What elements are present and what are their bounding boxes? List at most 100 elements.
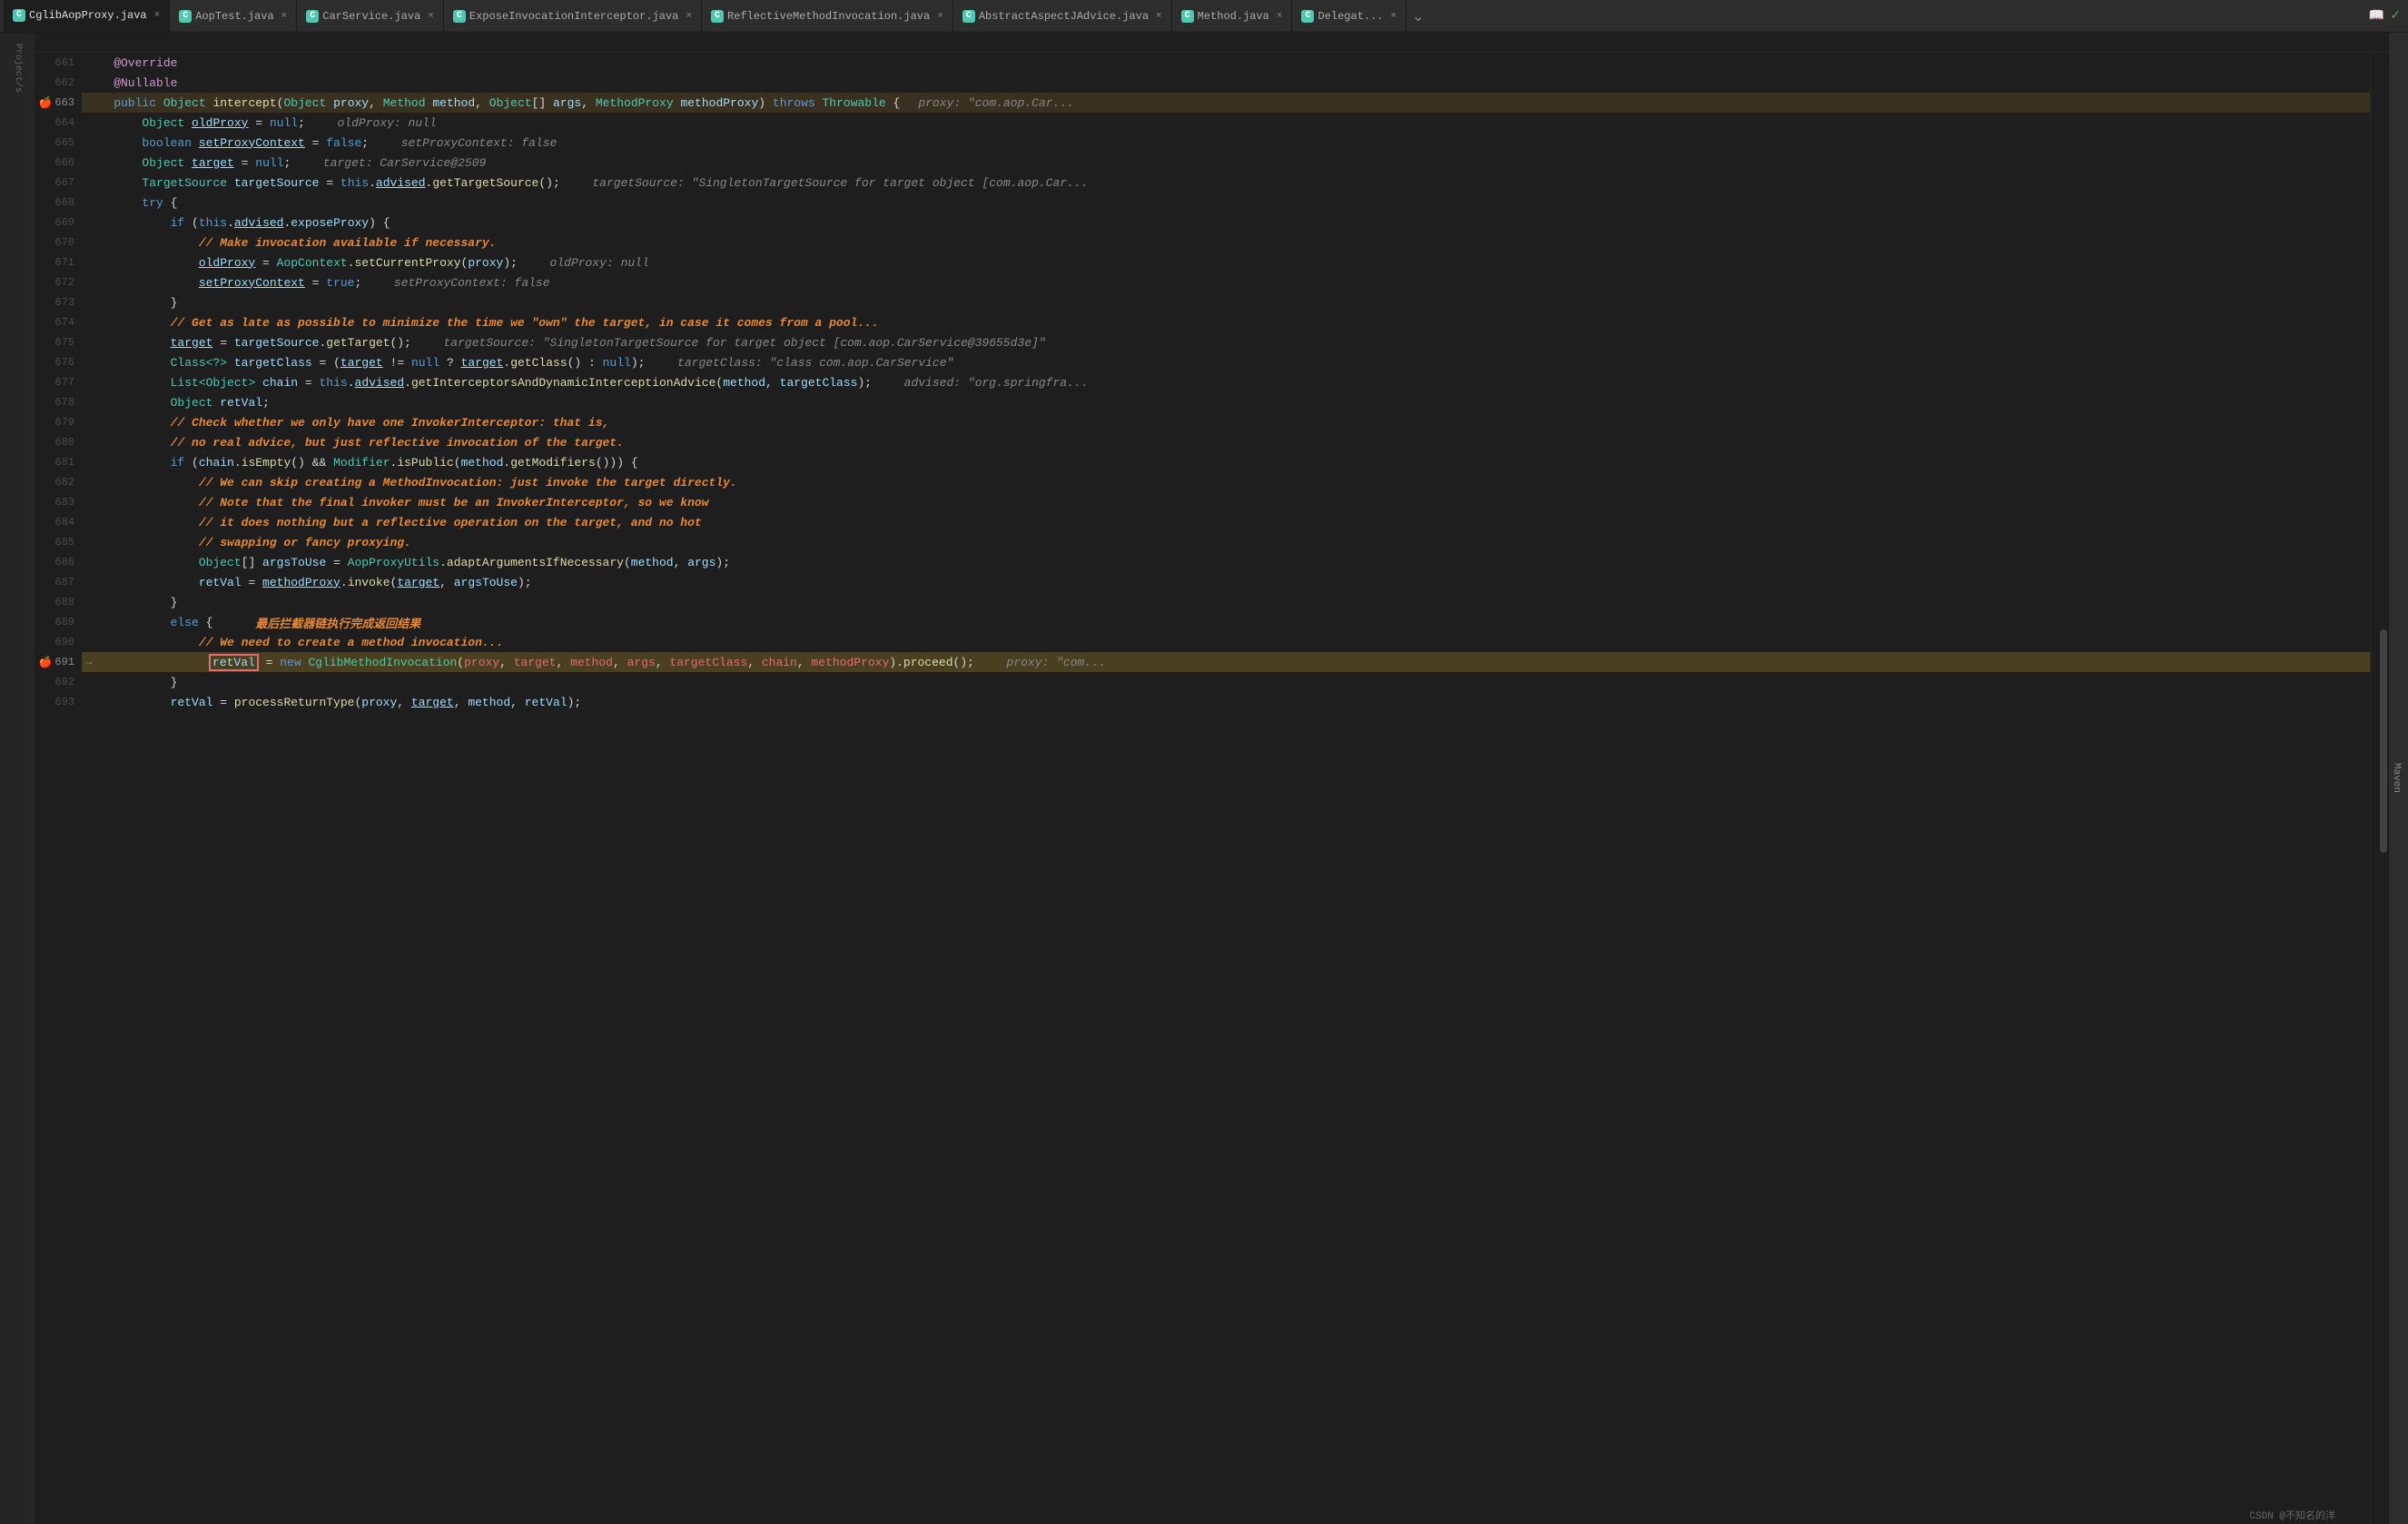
close-icon-reflective[interactable]: ×	[937, 11, 943, 22]
tab-CarService[interactable]: C CarService.java ×	[297, 0, 444, 32]
close-icon-abstract[interactable]: ×	[1156, 11, 1162, 22]
close-icon-expose[interactable]: ×	[686, 11, 692, 22]
tab-AopTest[interactable]: C AopTest.java ×	[170, 0, 297, 32]
code-line-674: // Get as late as possible to minimize t…	[82, 312, 2370, 332]
close-icon-cglib[interactable]: ×	[154, 10, 161, 21]
tab-icon-delegat: C	[1301, 10, 1314, 23]
right-tools-panel: Maven Database	[2388, 33, 2408, 1524]
code-line-682: // We can skip creating a MethodInvocati…	[82, 472, 2370, 492]
code-area[interactable]: @Override @Nullable public Object interc…	[82, 53, 2370, 1524]
code-line-692: }	[82, 672, 2370, 692]
line-num-665: 665	[36, 133, 82, 153]
tab-icon-abstract: C	[962, 10, 975, 23]
line-num-666: 666	[36, 153, 82, 173]
line-num-678: 678	[36, 392, 82, 412]
code-line-664: Object oldProxy = null; oldProxy: null	[82, 113, 2370, 133]
code-line-691: → retVal = new CglibMethodInvocation(pro…	[82, 652, 2370, 672]
line-num-664: 664	[36, 113, 82, 133]
line-num-668: 668	[36, 193, 82, 213]
line-num-684: 684	[36, 512, 82, 532]
code-line-670: // Make invocation available if necessar…	[82, 233, 2370, 252]
code-line-666: Object target = null; target: CarService…	[82, 153, 2370, 173]
line-num-688: 688	[36, 592, 82, 612]
code-line-689: else { 最后拦截器链执行完成返回结果	[82, 612, 2370, 632]
close-icon-delegat[interactable]: ×	[1391, 11, 1397, 22]
tab-AbstractAspect[interactable]: C AbstractAspectJAdvice.java ×	[953, 0, 1172, 32]
debug-677: advised: "org.springfra...	[890, 376, 1088, 390]
code-line-680: // no real advice, but just reflective i…	[82, 432, 2370, 452]
scroll-thumb[interactable]	[2380, 629, 2387, 853]
space	[326, 96, 333, 110]
line-num-690: 690	[36, 632, 82, 652]
tab-label-abstract: AbstractAspectJAdvice.java	[979, 10, 1149, 23]
book-icon[interactable]: 📖	[2369, 8, 2384, 24]
breakpoint-marker-691: 🍎	[38, 655, 53, 669]
tab-label-reflective: ReflectiveMethodInvocation.java	[727, 10, 930, 23]
line-num-679: 679	[36, 412, 82, 432]
breakpoint-marker-663: 🍎	[38, 95, 53, 110]
code-line-676: Class<?> targetClass = (target != null ?…	[82, 352, 2370, 372]
code-line-675: target = targetSource.getTarget(); targe…	[82, 332, 2370, 352]
scrollbar-area[interactable]	[2370, 53, 2388, 1524]
kw-public: public	[85, 96, 163, 110]
debug-676: targetClass: "class com.aop.CarService"	[663, 356, 953, 370]
close-icon-method[interactable]: ×	[1277, 11, 1283, 22]
chinese-comment-689: 最后拦截器链执行完成返回结果	[255, 614, 420, 631]
debug-672: setProxyContext: false	[380, 276, 549, 290]
param-proxy: proxy	[333, 96, 369, 110]
annotation-nullable: @Nullable	[85, 76, 177, 90]
tab-overflow-button[interactable]: ⌄	[1406, 7, 1429, 25]
checkmark-icon[interactable]: ✓	[2390, 8, 2401, 24]
code-line-668: try {	[82, 193, 2370, 213]
code-line-685: // swapping or fancy proxying.	[82, 532, 2370, 552]
code-line-681: if (chain.isEmpty() && Modifier.isPublic…	[82, 452, 2370, 472]
code-line-688: }	[82, 592, 2370, 612]
code-line-673: }	[82, 292, 2370, 312]
tab-ReflectiveMethod[interactable]: C ReflectiveMethodInvocation.java ×	[702, 0, 953, 32]
close-icon-carservice[interactable]: ×	[428, 11, 434, 22]
line-num-663: 🍎663	[36, 93, 82, 113]
editor-area[interactable]: 661 662 🍎663 664 665 666 667 668 669 670…	[36, 53, 2388, 1524]
code-line-693: retVal = processReturnType(proxy, target…	[82, 692, 2370, 712]
bottom-label: CSDN @不知名的洋	[2249, 1508, 2335, 1522]
code-line-684: // it does nothing but a reflective oper…	[82, 512, 2370, 532]
line-num-661: 661	[36, 53, 82, 73]
debug-691: proxy: "com...	[992, 656, 1106, 669]
line-num-689: 689	[36, 612, 82, 632]
debug-664: oldProxy: null	[323, 116, 437, 130]
code-line-669: if (this.advised.exposeProxy) {	[82, 213, 2370, 233]
tab-label-method: Method.java	[1198, 10, 1269, 23]
code-line-671: oldProxy = AopContext.setCurrentProxy(pr…	[82, 252, 2370, 272]
tab-label-cglib: CglibAopProxy.java	[29, 9, 147, 22]
line-num-675: 675	[36, 332, 82, 352]
tab-Delegat[interactable]: C Delegat... ×	[1292, 0, 1406, 32]
type-object2: Object	[283, 96, 326, 110]
tab-bar: C CglibAopProxy.java × C AopTest.java × …	[0, 0, 2408, 33]
tab-ExposeInvocation[interactable]: C ExposeInvocationInterceptor.java ×	[444, 0, 702, 32]
code-line-686: Object[] argsToUse = AopProxyUtils.adapt…	[82, 552, 2370, 572]
tab-icon-reflective: C	[711, 10, 724, 23]
line-num-677: 677	[36, 372, 82, 392]
close-icon-aoptest[interactable]: ×	[281, 11, 288, 22]
tab-icon-expose: C	[453, 10, 466, 23]
code-line-679: // Check whether we only have one Invoke…	[82, 412, 2370, 432]
tab-CglibAopProxy[interactable]: C CglibAopProxy.java ×	[4, 0, 170, 32]
tab-Method[interactable]: C Method.java ×	[1172, 0, 1293, 32]
code-line-672: setProxyContext = true; setProxyContext:…	[82, 272, 2370, 292]
debug-663: proxy: "com.aop.Car...	[918, 96, 1074, 110]
line-num-673: 673	[36, 292, 82, 312]
editor-wrapper: 661 662 🍎663 664 665 666 667 668 669 670…	[36, 33, 2388, 1524]
line-num-686: 686	[36, 552, 82, 572]
tab-label-delegat: Delegat...	[1317, 10, 1383, 23]
line-num-683: 683	[36, 492, 82, 512]
debug-665: setProxyContext: false	[387, 136, 557, 150]
line-num-667: 667	[36, 173, 82, 193]
debug-667: targetSource: "SingletonTargetSource for…	[578, 176, 1089, 190]
tab-icon-aoptest: C	[179, 10, 192, 23]
tab-label-expose: ExposeInvocationInterceptor.java	[469, 10, 678, 23]
code-line-665: boolean setProxyContext = false; setProx…	[82, 133, 2370, 153]
code-line-661: @Override	[82, 53, 2370, 73]
maven-label[interactable]: Maven	[2391, 763, 2402, 793]
debug-666: target: CarService@2509	[309, 156, 486, 170]
line-num-676: 676	[36, 352, 82, 372]
